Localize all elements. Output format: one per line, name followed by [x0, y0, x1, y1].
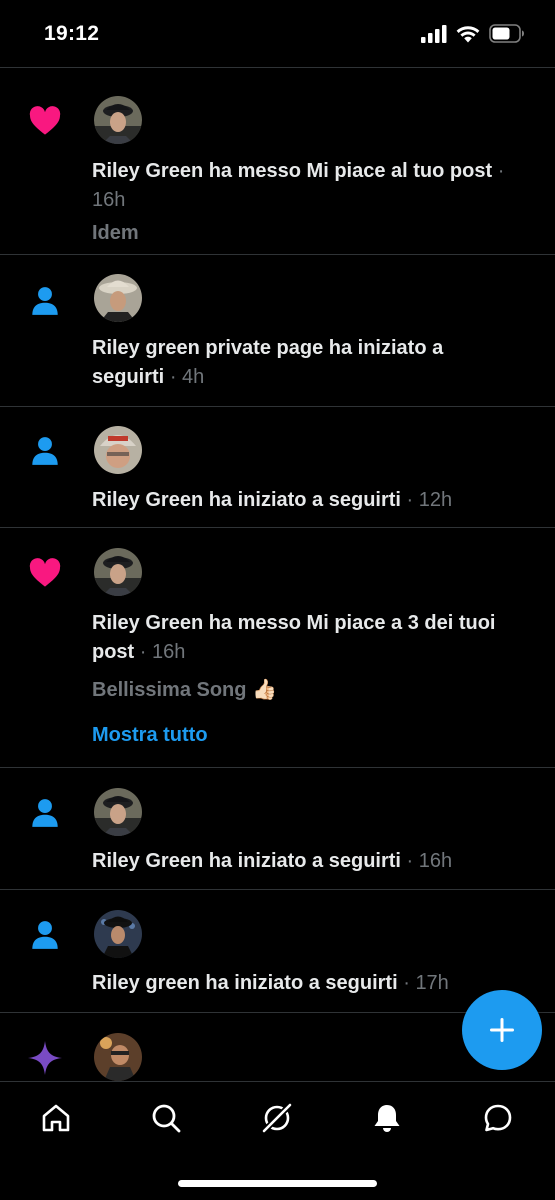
status-time: 19:12 — [44, 22, 100, 45]
notification-time: 4h — [182, 366, 205, 388]
notification-message: Riley Green ha messo Mi piace al tuo pos… — [92, 160, 493, 182]
person-icon — [26, 916, 64, 954]
status-icons — [421, 24, 525, 43]
notification-item[interactable]: Riley Green ha messo Mi piace al tuo pos… — [0, 78, 555, 255]
separator: · — [497, 160, 505, 182]
notification-text: Riley Green ha iniziato a seguirti · 16h — [92, 847, 515, 876]
tab-messages[interactable] — [478, 1098, 518, 1138]
battery-icon — [489, 24, 524, 43]
notification-message: Riley Green ha iniziato a seguirti — [92, 489, 401, 511]
notification-message: Riley green private page ha iniziato a s… — [92, 337, 444, 388]
avatar[interactable] — [94, 788, 142, 836]
notification-text: Riley Green ha messo Mi piace a 3 dei tu… — [92, 609, 515, 667]
messages-icon — [484, 1104, 512, 1132]
notification-time: 16h — [418, 850, 453, 872]
cellular-signal-icon — [421, 24, 447, 43]
quoted-post-text[interactable]: Bellissima Song 👍🏻 — [92, 676, 277, 704]
notification-time: 16h — [152, 641, 186, 663]
notification-message: Riley Green ha iniziato a seguirti — [92, 850, 401, 872]
notification-item[interactable]: Riley green private page ha iniziato a s… — [0, 255, 555, 407]
notification-message: Riley green ha iniziato a seguirti — [92, 972, 398, 994]
notifications-feed: Riley Green ha messo Mi piace al tuo pos… — [0, 78, 555, 1093]
person-icon — [26, 794, 64, 832]
notification-text: Riley green private page ha iniziato a s… — [92, 334, 515, 392]
notification-time: 12h — [418, 489, 453, 511]
notification-item[interactable]: Riley Green ha iniziato a seguirti · 16h — [0, 768, 555, 890]
avatar[interactable] — [94, 96, 142, 144]
person-icon — [26, 432, 64, 470]
grok-icon — [261, 1102, 293, 1134]
tab-search[interactable] — [146, 1098, 186, 1138]
notification-item[interactable]: Riley green ha iniziato a seguirti · 17h — [0, 890, 555, 1013]
separator: · — [403, 972, 410, 994]
avatar[interactable] — [94, 910, 142, 958]
notification-text: Riley green ha iniziato a seguirti · 17h — [92, 969, 515, 998]
avatar[interactable] — [94, 1033, 142, 1081]
bell-icon — [374, 1105, 400, 1132]
quoted-post-text[interactable]: Idem — [92, 219, 139, 247]
plus-icon — [490, 1018, 514, 1042]
avatar[interactable] — [94, 548, 142, 596]
home-icon — [42, 1104, 70, 1132]
notifications-screen: 19:12 Riley Green ha messo Mi piace al t… — [0, 0, 555, 1200]
heart-icon — [26, 554, 64, 592]
separator: · — [406, 850, 414, 872]
separator: · — [406, 489, 414, 511]
separator: · — [169, 366, 177, 388]
sparkle-icon — [26, 1039, 64, 1077]
tab-notifications[interactable] — [367, 1098, 407, 1138]
wifi-icon — [456, 26, 480, 43]
heart-icon — [26, 102, 64, 140]
notification-item[interactable]: Riley Green ha messo Mi piace a 3 dei tu… — [0, 528, 555, 768]
search-icon — [152, 1104, 181, 1133]
notification-text: Riley Green ha messo Mi piace al tuo pos… — [92, 157, 515, 215]
tab-home[interactable] — [36, 1098, 76, 1138]
notification-item[interactable]: Riley Green ha iniziato a seguirti · 12h — [0, 407, 555, 528]
status-bar: 19:12 — [0, 0, 555, 68]
separator: · — [139, 641, 147, 663]
person-icon — [26, 282, 64, 320]
tab-grok[interactable] — [257, 1098, 297, 1138]
avatar[interactable] — [94, 426, 142, 474]
notification-time: 16h — [92, 189, 126, 211]
avatar[interactable] — [94, 274, 142, 322]
show-all-link[interactable]: Mostra tutto — [92, 721, 208, 749]
notification-time: 17h — [415, 972, 449, 994]
home-indicator[interactable] — [178, 1180, 377, 1187]
compose-button[interactable] — [462, 990, 542, 1070]
divider — [0, 67, 555, 68]
notification-text: Riley Green ha iniziato a seguirti · 12h — [92, 486, 515, 515]
